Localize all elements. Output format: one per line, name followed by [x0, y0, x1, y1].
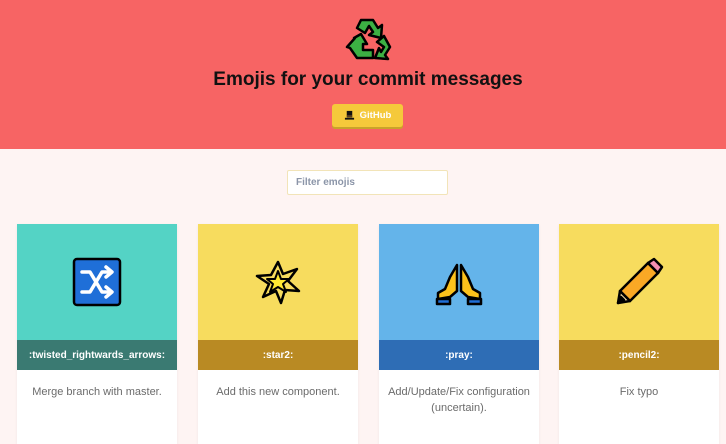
emoji-card[interactable]: :twisted_rightwards_arrows: Merge branch…: [17, 224, 177, 444]
card-code: :pray:: [379, 340, 539, 370]
page-title: Emojis for your commit messages: [213, 69, 523, 90]
card-emoji-area: [379, 224, 539, 340]
pencil2-icon: [616, 257, 664, 305]
card-description: Add this new component.: [216, 386, 340, 398]
github-label: GitHub: [359, 110, 392, 121]
card-code: :star2:: [198, 340, 358, 370]
card-description: Add/Update/Fix configuration (uncertain)…: [388, 386, 530, 414]
card-description: Merge branch with master.: [32, 386, 162, 398]
pray-icon: [435, 263, 483, 306]
filter-input[interactable]: [287, 170, 448, 195]
emoji-card[interactable]: :pencil2: Fix typo: [559, 224, 719, 444]
card-emoji-area: [17, 224, 177, 340]
card-emoji-area: [198, 224, 358, 340]
card-description: Fix typo: [619, 386, 659, 398]
emoji-card[interactable]: :pray: Add/Update/Fix configuration (unc…: [379, 224, 539, 444]
card-emoji-area: [559, 224, 719, 340]
star2-icon: [255, 260, 301, 305]
recycle-icon: [345, 18, 392, 61]
hero-header: Emojis for your commit messages GitHub: [0, 0, 726, 149]
card-code: :pencil2:: [559, 340, 719, 370]
twisted-rightwards-arrows-icon: [72, 257, 122, 307]
card-code: :twisted_rightwards_arrows:: [17, 340, 177, 370]
github-button[interactable]: GitHub: [332, 104, 403, 127]
hat-icon: [344, 110, 354, 120]
emoji-card[interactable]: :star2: Add this new component.: [198, 224, 358, 444]
